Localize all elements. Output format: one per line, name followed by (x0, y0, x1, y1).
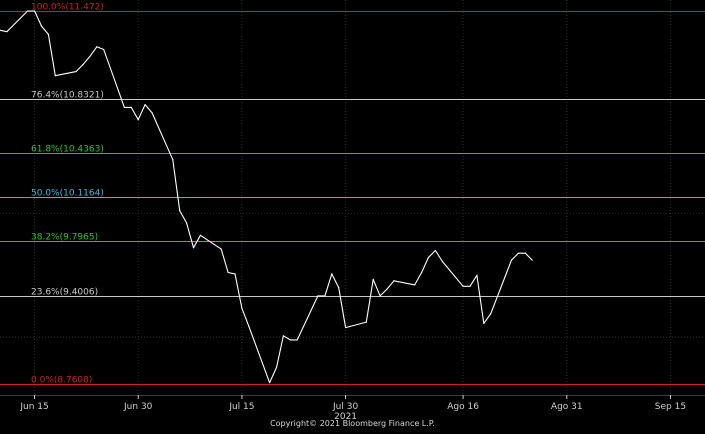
x-axis-tick-label: Sep 15 (655, 402, 686, 412)
x-axis-tick-label: Jul 30 (332, 402, 358, 412)
price-data-point (296, 339, 298, 341)
price-data-point (248, 325, 250, 327)
price-data-point (6, 31, 8, 33)
price-data-point (386, 288, 388, 290)
price-data-point (289, 339, 291, 341)
price-data-point (524, 252, 526, 254)
price-data-point (324, 295, 326, 297)
price-data-point (414, 284, 416, 286)
price-data-point (54, 75, 56, 77)
x-axis-tick-label: Jun 30 (123, 402, 153, 412)
fibonacci-levels: 100.0%(11.472) 76.4%(10.8321) 61.8%(10.436… (0, 3, 705, 386)
price-data-point (331, 273, 333, 275)
x-axis-tick-label: Jun 15 (19, 402, 48, 412)
fibonacci-level-label: 38.2%(9.7965) (31, 233, 98, 243)
price-data-point (144, 103, 146, 106)
price-data-point (33, 10, 36, 12)
price-data-point (434, 249, 437, 252)
price-data-point (317, 295, 319, 297)
x-axis: Jun 15 Jun 30 Jul 15 Jul 30 Ago 16 Ago 31 Sep … (0, 395, 705, 422)
price-data-point (130, 106, 132, 108)
fibonacci-level-label: 61.8%(10.4363) (31, 145, 104, 155)
price-data-point (82, 64, 84, 66)
fibonacci-retracement-chart: 100.0%(11.472) 76.4%(10.8321) 61.8%(10.436… (0, 0, 705, 430)
fibonacci-level-label: 100.0%(11.472) (31, 3, 104, 13)
price-data-point (96, 46, 98, 48)
price-data-point (199, 234, 202, 236)
price-data-point (344, 326, 347, 329)
price-data-point (421, 271, 423, 274)
price-data-point (372, 278, 374, 280)
price-data-point (427, 256, 430, 258)
price-data-point (89, 55, 91, 58)
price-data-point (462, 285, 464, 287)
price-data-point (490, 313, 492, 315)
price-data-point (531, 259, 533, 261)
x-axis-tick-label: Ago 16 (447, 402, 479, 412)
price-data-point (123, 106, 126, 108)
price-data-point (234, 273, 236, 275)
price-data-point (227, 271, 229, 274)
price-data-point (338, 287, 340, 289)
price-data-point (27, 10, 29, 12)
fibonacci-level-label: 0.0%(8.7608) (31, 376, 92, 386)
price-data-point (379, 295, 381, 297)
fibonacci-level-label: 50.0%(10.1164) (31, 189, 104, 199)
price-data-point (275, 366, 278, 369)
price-data-point (483, 322, 485, 325)
price-data-point (137, 119, 139, 121)
price-data-point (441, 260, 443, 263)
price-data-point (241, 307, 243, 309)
price-data-point (365, 321, 367, 323)
price-data-point (393, 280, 395, 282)
price-data-point (47, 33, 49, 36)
price-data-point (517, 252, 519, 254)
price-data-point (186, 222, 188, 224)
price-data-point (192, 247, 195, 249)
x-axis-tick-label: Ago 31 (551, 402, 583, 412)
price-data-point (510, 259, 513, 261)
price-data-point (220, 248, 222, 250)
x-axis-tick-label: Jul 15 (228, 402, 254, 412)
price-data-point (179, 209, 181, 212)
price-data-point (75, 70, 77, 73)
copyright-text: Copyright© 2021 Bloomberg Finance L.P. (270, 419, 435, 428)
price-data-point (282, 335, 284, 337)
chart-svg: 100.0%(11.472) 76.4%(10.8321) 61.8%(10.436… (0, 0, 705, 422)
fibonacci-level-label: 76.4%(10.8321) (31, 91, 104, 101)
price-data-point (476, 274, 478, 276)
price-data-point (268, 382, 271, 384)
price-data-point (103, 48, 105, 51)
price-data-point (172, 159, 174, 161)
price-data-point (40, 25, 43, 27)
price-data-point (151, 112, 153, 114)
price-data-point (469, 285, 471, 287)
fibonacci-level-label: 23.6%(9.4006) (31, 288, 98, 298)
